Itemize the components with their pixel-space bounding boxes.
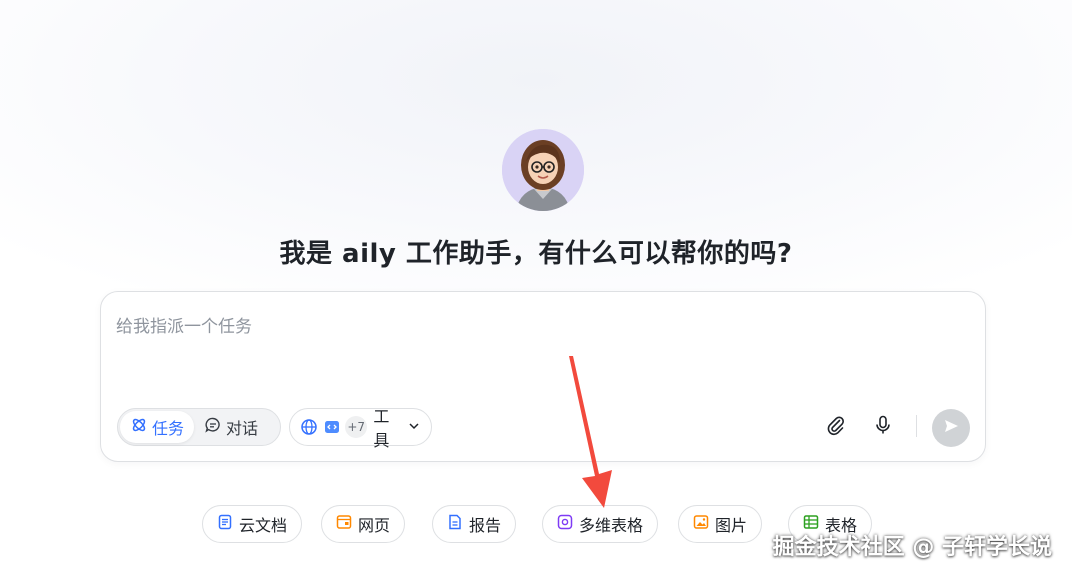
chat-bubble-icon (204, 416, 222, 438)
quick-action-label: 网页 (358, 516, 391, 535)
mode-task-button[interactable]: 任务 (120, 411, 195, 443)
quick-action-base-table[interactable]: 多维表格 (542, 505, 659, 543)
toolbar-divider (916, 415, 917, 437)
quick-action-label: 报告 (469, 516, 502, 535)
quick-action-label: 云文档 (239, 516, 288, 535)
code-block-icon (323, 417, 342, 437)
mode-toggle: 任务 对话 (117, 408, 281, 446)
send-button[interactable] (932, 409, 970, 447)
mode-chat-label: 对话 (226, 419, 259, 438)
mode-task-label: 任务 (152, 419, 185, 438)
send-icon (942, 417, 960, 439)
quick-action-cloud-doc[interactable]: 云文档 (202, 505, 303, 543)
paperclip-icon (825, 414, 847, 440)
quick-action-webpage[interactable]: 网页 (321, 505, 406, 543)
attach-button[interactable] (821, 412, 851, 442)
report-icon (447, 514, 463, 534)
mode-chat-button[interactable]: 对话 (194, 411, 268, 443)
quick-action-report[interactable]: 报告 (432, 505, 517, 543)
tools-dropdown[interactable]: +7 工具 (289, 407, 432, 450)
globe-icon (300, 417, 319, 437)
task-input[interactable] (116, 312, 966, 342)
microphone-button[interactable] (868, 412, 898, 442)
task-composer: 任务 对话 +7 (100, 291, 986, 462)
assistant-greeting: 我是 aily 工作助手，有什么可以帮你的吗? (279, 239, 793, 269)
base-table-icon (557, 514, 573, 534)
image-icon (693, 514, 709, 534)
chevron-down-icon (407, 418, 421, 437)
watermark: 掘金技术社区 @ 子轩学长说 (772, 535, 1052, 560)
quick-action-label: 图片 (715, 516, 748, 535)
microphone-icon (872, 414, 894, 440)
quick-action-image[interactable]: 图片 (678, 505, 763, 543)
doc-icon (217, 514, 233, 534)
task-mode-icon (130, 416, 148, 438)
annotation-arrow (569, 356, 612, 508)
tools-more-count: +7 (345, 416, 368, 438)
tools-label: 工具 (373, 407, 390, 450)
assistant-avatar (502, 129, 584, 211)
quick-action-label: 多维表格 (579, 516, 644, 535)
webpage-icon (336, 514, 352, 534)
